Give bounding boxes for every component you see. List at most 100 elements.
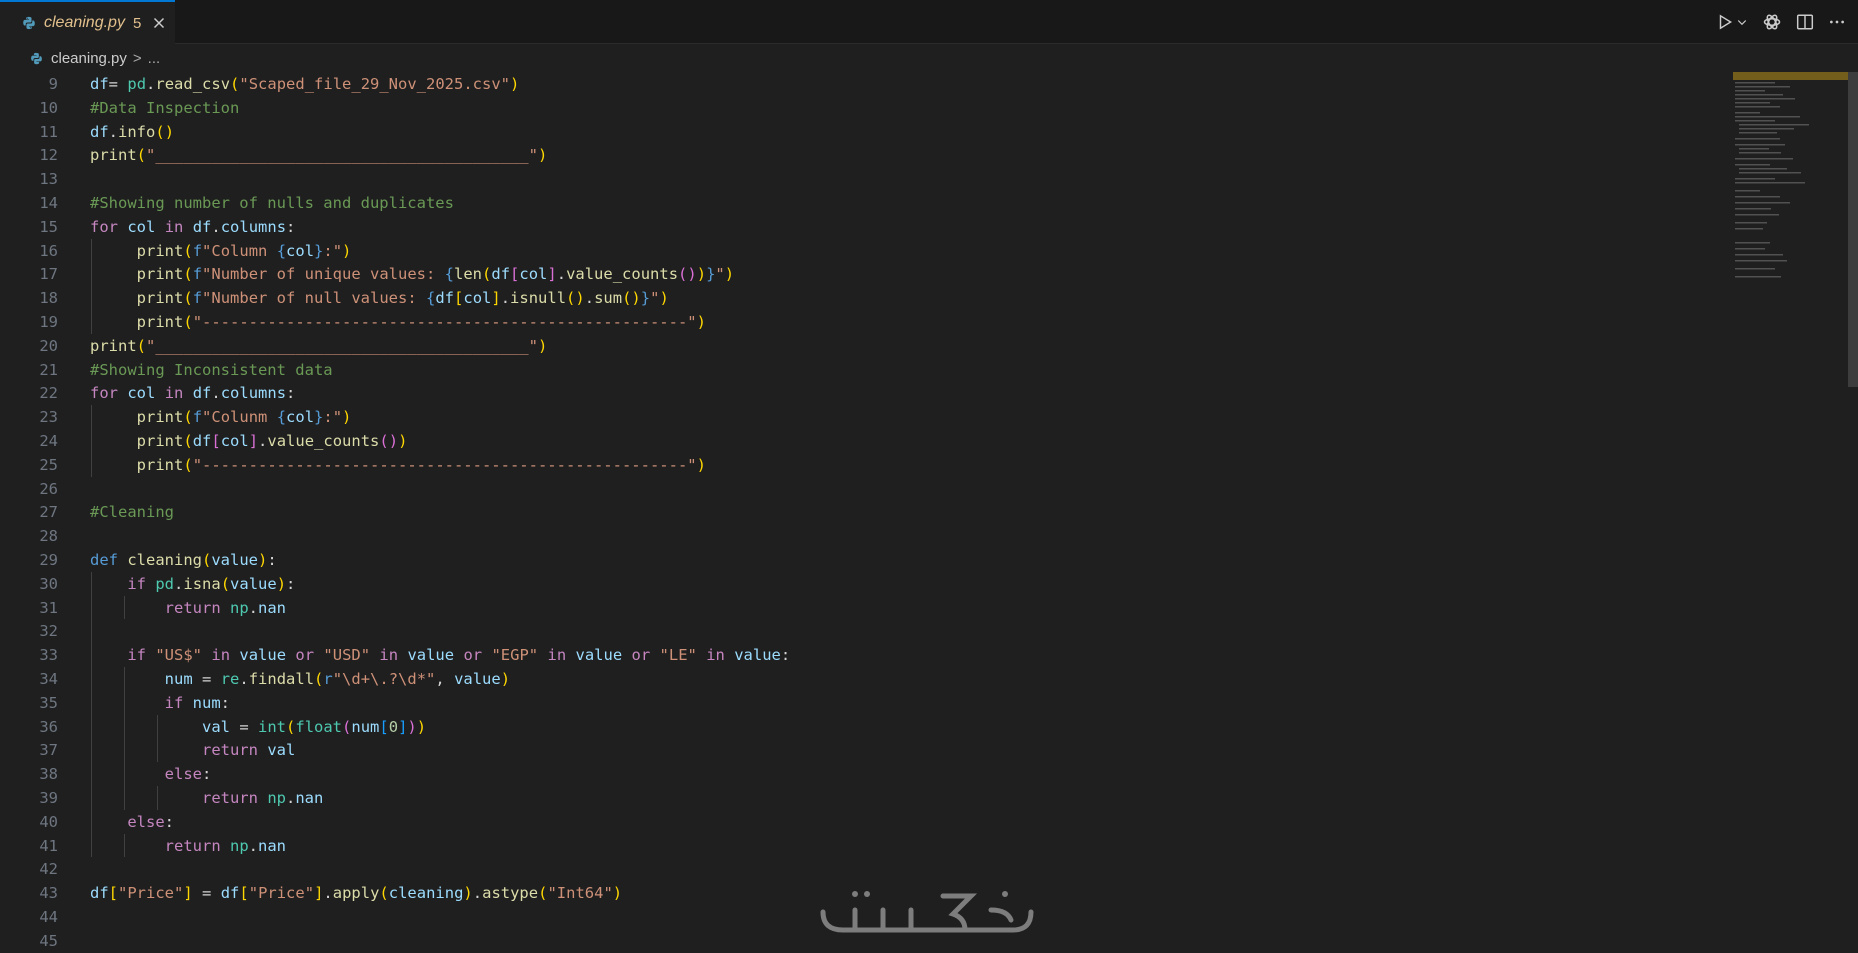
code-text: else: [127, 812, 174, 831]
code-line[interactable]: 10 #Data Inspection [0, 96, 1720, 120]
editor-tab-cleaning-py[interactable]: cleaning.py 5 [0, 0, 175, 44]
code-text: if "US$" in value or "USD" in value or "… [127, 646, 791, 665]
code-line[interactable]: 18 print(f"Number of null values: {df[co… [0, 286, 1720, 310]
line-number: 14 [39, 194, 58, 212]
code-line[interactable]: 11 df.info() [0, 120, 1720, 144]
code-line[interactable]: 40 else: [0, 810, 1720, 834]
line-number: 41 [39, 836, 58, 855]
line-number: 36 [39, 717, 58, 736]
code-line[interactable]: 35 if num: [0, 691, 1720, 715]
line-number: 45 [39, 931, 58, 950]
line-number: 27 [39, 503, 58, 522]
code-text: if pd.isna(value): [127, 574, 296, 593]
breadcrumb-symbols[interactable]: ... [148, 50, 161, 67]
code-line[interactable]: 14 #Showing number of nulls and duplicate… [0, 191, 1720, 215]
code-line[interactable]: 21 #Showing Inconsistent data [0, 358, 1720, 382]
line-number: 40 [39, 812, 58, 831]
code-text: num = re.findall(r"\d+\.?\d*", value) [164, 670, 511, 688]
code-line[interactable]: 29 def cleaning(value): [0, 548, 1720, 572]
line-number: 24 [39, 432, 58, 450]
line-number: 42 [39, 860, 58, 879]
code-line[interactable]: 23 print(f"Colunm {col}:") [0, 405, 1720, 429]
line-number: 37 [39, 741, 58, 760]
minimap[interactable] [1733, 72, 1848, 332]
code-text: print("_________________________________… [90, 146, 548, 165]
code-line[interactable]: 34 num = re.findall(r"\d+\.?\d*", value) [0, 667, 1720, 691]
code-line[interactable]: 37 return val [0, 738, 1720, 762]
code-line[interactable]: 25 print("------------------------------… [0, 453, 1720, 477]
code-line[interactable]: 28 [0, 524, 1720, 548]
line-number: 39 [39, 789, 58, 807]
code-line[interactable]: 24 print(df[col].value_counts()) [0, 429, 1720, 453]
line-number: 44 [39, 908, 58, 926]
code-line[interactable]: 33 if "US$" in value or "USD" in value o… [0, 643, 1720, 667]
chevron-down-icon[interactable] [1736, 16, 1748, 28]
code-line[interactable]: 26 [0, 477, 1720, 501]
code-line[interactable]: 22 for col in df.columns: [0, 381, 1720, 405]
code-line[interactable]: 42 [0, 857, 1720, 881]
code-line[interactable]: 36 val = int(float(num[0])) [0, 715, 1720, 739]
code-line[interactable]: 12 print("_______________________________… [0, 143, 1720, 167]
code-line[interactable]: 13 [0, 167, 1720, 191]
tab-filename: cleaning.py [44, 14, 125, 31]
line-number: 29 [39, 551, 58, 569]
code-line[interactable]: 20 print("_______________________________… [0, 334, 1720, 358]
code-text: print("---------------------------------… [136, 455, 706, 474]
line-number: 22 [39, 384, 58, 403]
code-text: print("---------------------------------… [136, 313, 706, 331]
code-text: print(f"Number of null values: {df[col].… [136, 289, 669, 308]
close-icon[interactable] [151, 15, 167, 31]
code-line[interactable]: 15 for col in df.columns: [0, 215, 1720, 239]
watermark-logo [820, 891, 1034, 933]
code-text: print(df[col].value_counts()) [136, 432, 408, 450]
run-python-file-button[interactable] [1716, 13, 1748, 31]
line-number: 18 [39, 289, 58, 308]
line-number: 15 [39, 217, 58, 236]
code-text: #Showing number of nulls and duplicates [90, 194, 454, 212]
code-line[interactable]: 9 df= pd.read_csv("Scaped_file_29_Nov_202… [0, 72, 1720, 96]
line-number: 43 [39, 884, 58, 903]
scrollbar-thumb[interactable] [1848, 72, 1858, 387]
line-number: 12 [39, 146, 58, 165]
line-number: 35 [39, 693, 58, 712]
line-number: 10 [39, 98, 58, 117]
code-text: return np.nan [164, 836, 287, 855]
tab-bar: cleaning.py 5 [0, 0, 1858, 44]
code-text: df.info() [90, 122, 175, 141]
breadcrumb-file[interactable]: cleaning.py [51, 50, 127, 67]
code-text: val = int(float(num[0])) [201, 717, 427, 736]
code-text: return np.nan [164, 598, 287, 617]
code-line[interactable]: 41 return np.nan [0, 834, 1720, 858]
code-line[interactable]: 19 print("------------------------------… [0, 310, 1720, 334]
line-number: 13 [39, 170, 58, 189]
openai-button[interactable] [1762, 12, 1782, 32]
problems-count-badge: 5 [132, 14, 142, 32]
line-number: 30 [39, 574, 58, 593]
code-line[interactable]: 32 [0, 619, 1720, 643]
line-number: 9 [48, 75, 58, 93]
line-number: 38 [39, 765, 58, 784]
more-actions-button[interactable] [1828, 13, 1846, 31]
code-editor[interactable]: 9 df= pd.read_csv("Scaped_file_29_Nov_202… [0, 72, 1858, 953]
code-text: return val [201, 741, 296, 760]
code-line[interactable]: 30 if pd.isna(value): [0, 572, 1720, 596]
code-line[interactable]: 16 print(f"Column {col}:") [0, 239, 1720, 263]
line-number: 16 [39, 241, 58, 260]
code-line[interactable]: 39 return np.nan [0, 786, 1720, 810]
line-number: 32 [39, 622, 58, 641]
python-file-icon [31, 52, 42, 64]
line-number: 31 [39, 598, 58, 617]
code-line[interactable]: 38 else: [0, 762, 1720, 786]
code-text: print("_________________________________… [90, 336, 548, 355]
line-number: 20 [39, 336, 58, 355]
code-text: #Cleaning [90, 503, 174, 522]
code-text: def cleaning(value): [90, 551, 277, 569]
split-editor-button[interactable] [1796, 13, 1814, 31]
line-number: 34 [39, 670, 58, 688]
line-number: 17 [39, 265, 58, 284]
vertical-scrollbar[interactable] [1848, 72, 1858, 953]
code-line[interactable]: 17 print(f"Number of unique values: {len… [0, 262, 1720, 286]
code-text: else: [164, 765, 212, 784]
code-line[interactable]: 27 #Cleaning [0, 500, 1720, 524]
code-line[interactable]: 31 return np.nan [0, 596, 1720, 620]
